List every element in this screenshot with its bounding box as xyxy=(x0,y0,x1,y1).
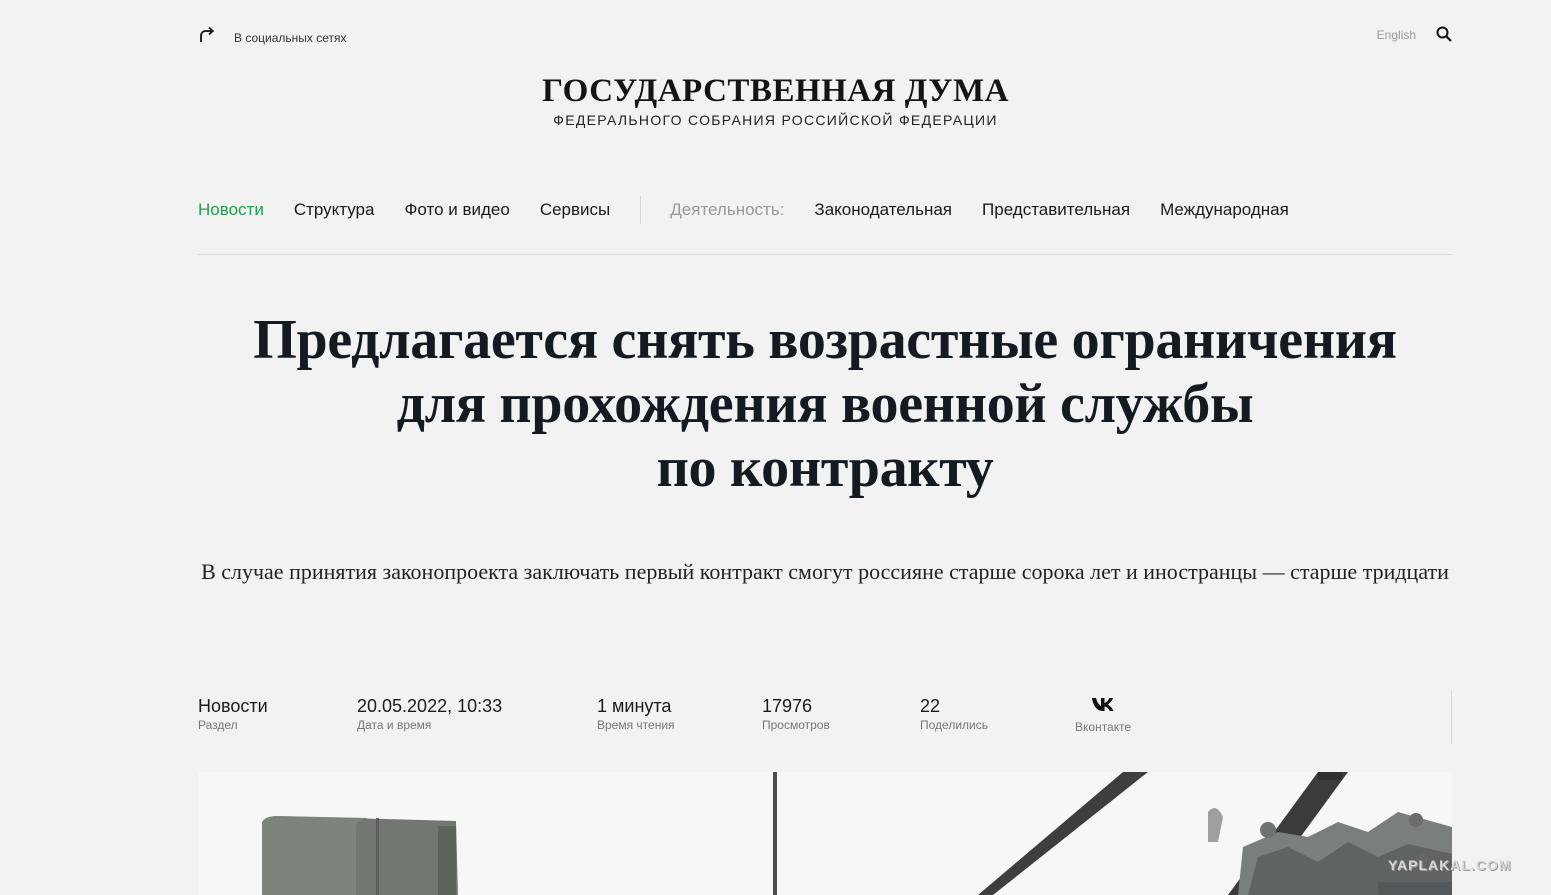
nav-divider xyxy=(640,196,642,224)
language-switch-link[interactable]: English xyxy=(1377,28,1416,42)
search-icon[interactable] xyxy=(1436,26,1452,42)
share-label: В социальных сетях xyxy=(234,30,347,45)
meta-section-value: Новости xyxy=(198,696,268,716)
social-share-link[interactable]: В социальных сетях xyxy=(198,26,347,49)
article-title-line: Предлагается снять возрастные ограничени… xyxy=(253,309,1397,371)
nav-item-news[interactable]: Новости xyxy=(198,200,264,220)
meta-reading-time-label: Время чтения xyxy=(597,718,675,732)
nav-item-representative[interactable]: Представительная xyxy=(982,200,1130,220)
nav-item-international[interactable]: Международная xyxy=(1160,200,1289,220)
site-logo[interactable]: ГОСУДАРСТВЕННАЯ ДУМА ФЕДЕРАЛЬНОГО СОБРАН… xyxy=(0,72,1551,128)
meta-views: 17976 Просмотров xyxy=(762,694,830,732)
meta-reading-time: 1 минута Время чтения xyxy=(597,694,675,732)
article-photo xyxy=(198,772,1452,895)
main-nav: Новости Структура Фото и видео Сервисы Д… xyxy=(198,196,1452,224)
meta-section: Новости Раздел xyxy=(198,694,268,732)
meta-views-label: Просмотров xyxy=(762,718,830,732)
site-title: ГОСУДАРСТВЕННАЯ ДУМА xyxy=(541,73,1010,109)
article-lede: В случае принятия законопроекта заключат… xyxy=(201,559,1449,584)
share-arrow-icon xyxy=(198,26,216,49)
meta-shares-label: Поделились xyxy=(920,718,988,732)
nav-item-services[interactable]: Сервисы xyxy=(540,200,610,220)
nav-item-structure[interactable]: Структура xyxy=(294,200,375,220)
nav-item-photo-video[interactable]: Фото и видео xyxy=(404,200,509,220)
article-title-line: для прохождения военной службы xyxy=(396,373,1254,435)
meta-section-label: Раздел xyxy=(198,718,238,732)
vk-icon xyxy=(1075,696,1131,712)
nav-divider-line xyxy=(198,254,1452,255)
article-title: Предлагается снять возрастные ограничени… xyxy=(198,308,1452,500)
nav-item-legislative[interactable]: Законодательная xyxy=(814,200,952,220)
site-subtitle: ФЕДЕРАЛЬНОГО СОБРАНИЯ РОССИЙСКОЙ ФЕДЕРАЦ… xyxy=(553,112,998,128)
meta-divider xyxy=(1451,690,1452,744)
article-meta: Новости Раздел 20.05.2022, 10:33 Дата и … xyxy=(198,690,1452,744)
watermark: YAPLAKAL.COM xyxy=(1388,857,1512,873)
meta-shares: 22 Поделились xyxy=(920,694,988,732)
meta-datetime: 20.05.2022, 10:33 Дата и время xyxy=(357,694,502,732)
meta-reading-time-value: 1 минута xyxy=(597,696,672,716)
share-vk-button[interactable]: Вконтакте xyxy=(1075,696,1131,734)
meta-datetime-value: 20.05.2022, 10:33 xyxy=(357,696,503,716)
article-title-line: по контракту xyxy=(656,437,994,499)
share-vk-label: Вконтакте xyxy=(1075,720,1132,734)
meta-datetime-label: Дата и время xyxy=(357,718,432,732)
top-bar: В социальных сетях English xyxy=(198,24,1452,48)
meta-shares-value: 22 xyxy=(920,696,941,716)
activity-label: Деятельность: xyxy=(670,200,785,219)
meta-views-value: 17976 xyxy=(762,696,813,716)
